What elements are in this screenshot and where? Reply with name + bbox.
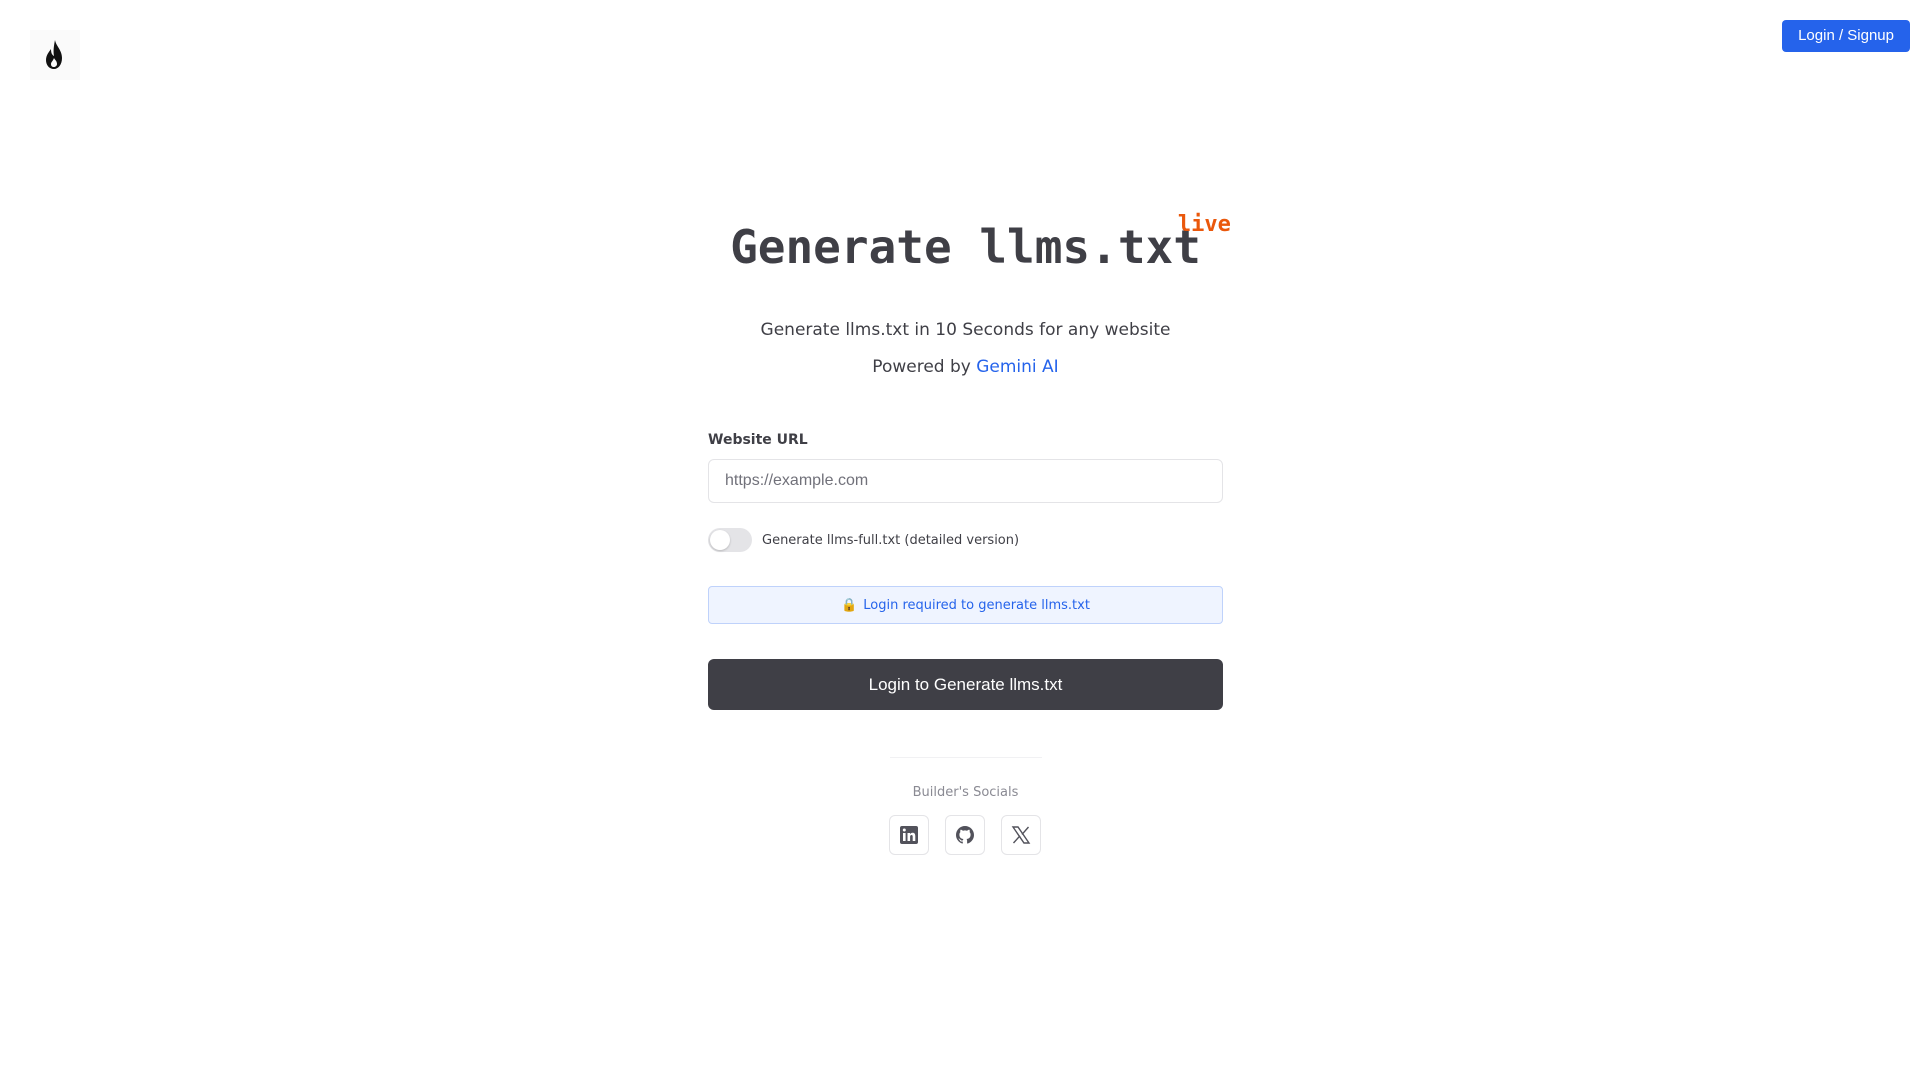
notice-text: Login required to generate llms.txt [863, 597, 1090, 613]
divider [890, 757, 1042, 758]
subtitle: Generate llms.txt in 10 Seconds for any … [760, 320, 1171, 340]
powered-prefix: Powered by [872, 357, 977, 377]
linkedin-button[interactable] [889, 815, 929, 855]
full-version-toggle[interactable] [708, 528, 752, 552]
x-button[interactable] [1001, 815, 1041, 855]
github-icon [956, 826, 974, 844]
logo[interactable] [30, 30, 80, 80]
linkedin-icon [900, 826, 918, 844]
socials-row [889, 815, 1041, 855]
socials-label: Builder's Socials [912, 785, 1019, 800]
title-wrap: Generate llms.txt live [708, 212, 1231, 275]
website-url-input[interactable] [708, 459, 1223, 503]
toggle-knob [710, 530, 730, 550]
x-icon [1011, 826, 1031, 844]
powered-by: Powered by Gemini AI [708, 357, 1223, 377]
full-version-toggle-row: Generate llms-full.txt (detailed version… [708, 528, 1019, 552]
login-to-generate-button[interactable]: Login to Generate llms.txt [708, 659, 1223, 710]
toggle-label: Generate llms-full.txt (detailed version… [762, 532, 1020, 548]
live-badge: live [1177, 212, 1231, 237]
login-signup-button[interactable]: Login / Signup [1782, 20, 1910, 52]
page-title: Generate llms.txt live [730, 212, 1231, 275]
login-required-notice: 🔒 Login required to generate llms.txt [708, 586, 1223, 624]
lock-icon: 🔒 [841, 597, 858, 613]
title-text: Generate llms.txt [730, 220, 1201, 274]
flame-icon [46, 40, 62, 69]
gemini-ai-link[interactable]: Gemini AI [976, 357, 1058, 377]
url-label: Website URL [708, 432, 808, 448]
github-button[interactable] [945, 815, 985, 855]
